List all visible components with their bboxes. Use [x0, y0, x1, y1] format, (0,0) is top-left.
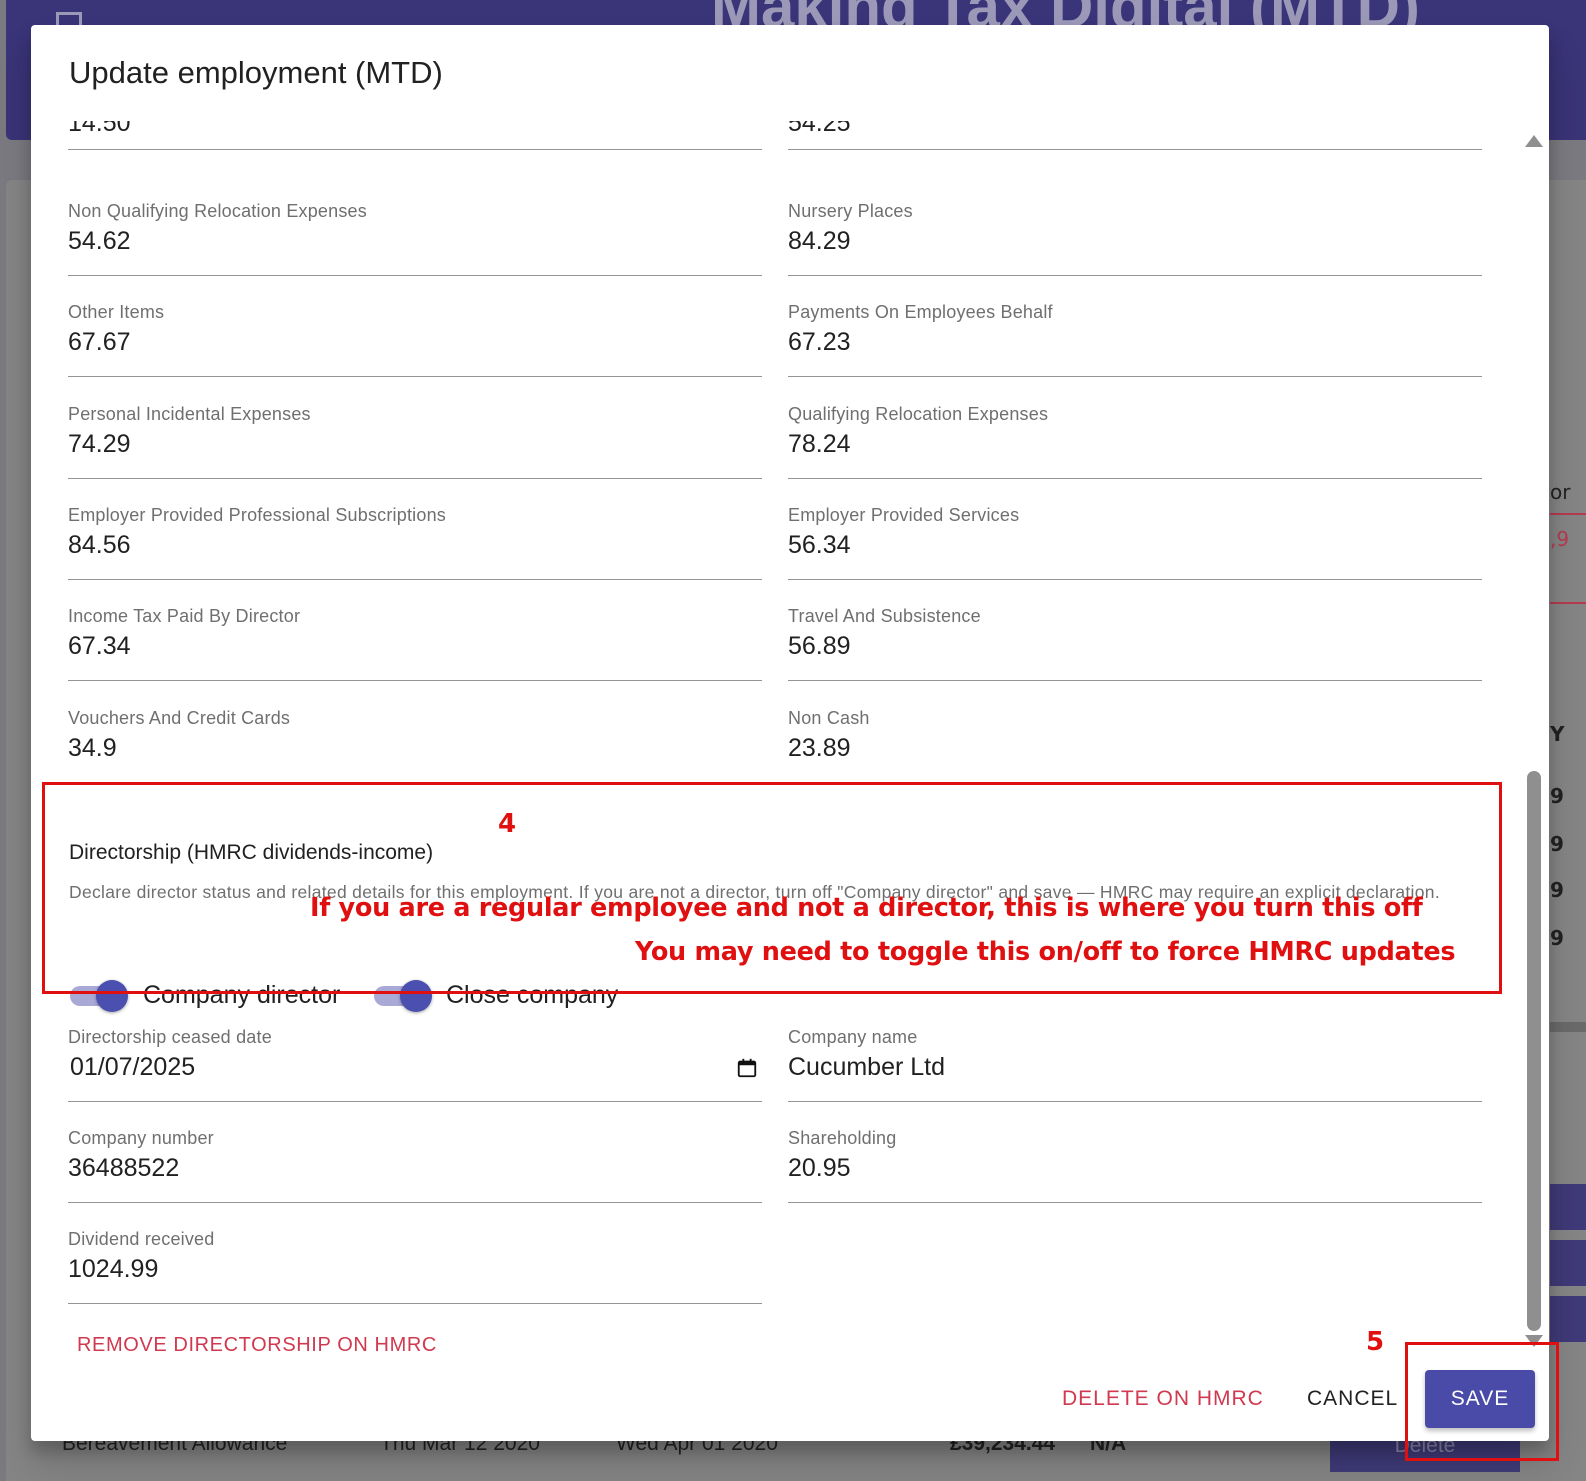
- field-label: Nursery Places: [788, 201, 913, 221]
- field-underline: [68, 1202, 762, 1203]
- field-underline: [68, 579, 762, 580]
- field-label: Non Qualifying Relocation Expenses: [68, 201, 367, 221]
- field-underline: [788, 579, 1482, 580]
- background-divider: [1550, 1022, 1586, 1032]
- background-button: [1550, 1240, 1586, 1286]
- field-value[interactable]: 67.34: [68, 632, 131, 661]
- background-text: ,9: [1550, 527, 1570, 551]
- annotation-note-turn-off: If you are a regular employee and not a …: [310, 893, 1423, 923]
- background-text: 9: [1550, 926, 1564, 950]
- background-text: 9: [1550, 878, 1564, 902]
- field-label: Other Items: [68, 302, 165, 322]
- background-divider: [1550, 513, 1586, 515]
- field-value[interactable]: 34.9: [68, 734, 117, 763]
- annotation-box-save: [1405, 1342, 1559, 1461]
- field-label: Employer Provided Services: [788, 505, 1020, 525]
- field-underline: [68, 149, 762, 150]
- delete-on-hmrc-button[interactable]: DELETE ON HMRC: [1062, 1387, 1264, 1411]
- annotation-step-5: 5: [1366, 1327, 1385, 1357]
- background-text: or: [1550, 480, 1571, 504]
- field-underline: [68, 376, 762, 377]
- field-value[interactable]: 74.29: [68, 430, 131, 459]
- field-label: Directorship ceased date: [68, 1027, 272, 1047]
- remove-directorship-button[interactable]: REMOVE DIRECTORSHIP ON HMRC: [77, 1334, 437, 1357]
- field-value[interactable]: 54.62: [68, 227, 131, 256]
- field-label: Personal Incidental Expenses: [68, 404, 311, 424]
- field-underline: [788, 149, 1482, 150]
- field-label: Travel And Subsistence: [788, 606, 981, 626]
- field-value[interactable]: 67.23: [788, 328, 851, 357]
- field-value[interactable]: 56.89: [788, 632, 851, 661]
- background-text: 9: [1550, 832, 1564, 856]
- field-underline: [68, 1303, 762, 1304]
- field-label: Shareholding: [788, 1128, 897, 1148]
- field-underline: [788, 478, 1482, 479]
- update-employment-dialog: Update employment (MTD) 14.50 54.25 Non …: [31, 25, 1549, 1441]
- calendar-icon[interactable]: [736, 1057, 758, 1079]
- field-value[interactable]: 78.24: [788, 430, 851, 459]
- field-label: Company name: [788, 1027, 918, 1047]
- field-value[interactable]: 1024.99: [68, 1255, 158, 1284]
- field-value[interactable]: Cucumber Ltd: [788, 1053, 945, 1082]
- dialog-scrollbar[interactable]: [1525, 135, 1543, 1351]
- field-underline: [68, 275, 762, 276]
- field-underline: [788, 376, 1482, 377]
- field-value: 14.50: [68, 121, 131, 137]
- field-value[interactable]: 01/07/2025: [70, 1053, 195, 1082]
- scroll-up-arrow-icon[interactable]: [1525, 135, 1543, 147]
- annotation-note-toggle: You may need to toggle this on/off to fo…: [635, 937, 1456, 967]
- field-value[interactable]: 36488522: [68, 1154, 179, 1183]
- field-underline: [68, 1101, 762, 1102]
- cancel-button[interactable]: CANCEL: [1307, 1387, 1398, 1411]
- background-button: [1550, 1184, 1586, 1230]
- field-value[interactable]: 84.29: [788, 227, 851, 256]
- field-label: Non Cash: [788, 708, 870, 728]
- field-underline: [68, 478, 762, 479]
- scrollbar-thumb[interactable]: [1527, 771, 1541, 1331]
- annotation-step-4: 4: [498, 809, 517, 839]
- field-label: Income Tax Paid By Director: [68, 606, 301, 626]
- field-value[interactable]: 67.67: [68, 328, 131, 357]
- field-underline: [788, 1101, 1482, 1102]
- field-underline: [68, 680, 762, 681]
- background-text: 9: [1550, 784, 1564, 808]
- field-underline: [788, 275, 1482, 276]
- field-value[interactable]: 56.34: [788, 531, 851, 560]
- background-divider: [1550, 602, 1586, 604]
- background-text: Y: [1550, 722, 1565, 746]
- background-button: [1550, 1296, 1586, 1342]
- field-underline: [788, 680, 1482, 681]
- field-label: Payments On Employees Behalf: [788, 302, 1053, 322]
- field-label: Vouchers And Credit Cards: [68, 708, 291, 728]
- field-label: Employer Provided Professional Subscript…: [68, 505, 446, 525]
- field-value: 54.25: [788, 121, 851, 137]
- field-label: Qualifying Relocation Expenses: [788, 404, 1049, 424]
- field-label: Dividend received: [68, 1229, 215, 1249]
- field-value[interactable]: 20.95: [788, 1154, 851, 1183]
- dialog-scroll-content[interactable]: 14.50 54.25 Non Qualifying Relocation Ex…: [31, 121, 1523, 1361]
- field-value[interactable]: 84.56: [68, 531, 131, 560]
- field-underline: [788, 1202, 1482, 1203]
- dialog-title: Update employment (MTD): [69, 55, 443, 90]
- field-label: Company number: [68, 1128, 214, 1148]
- field-value[interactable]: 23.89: [788, 734, 851, 763]
